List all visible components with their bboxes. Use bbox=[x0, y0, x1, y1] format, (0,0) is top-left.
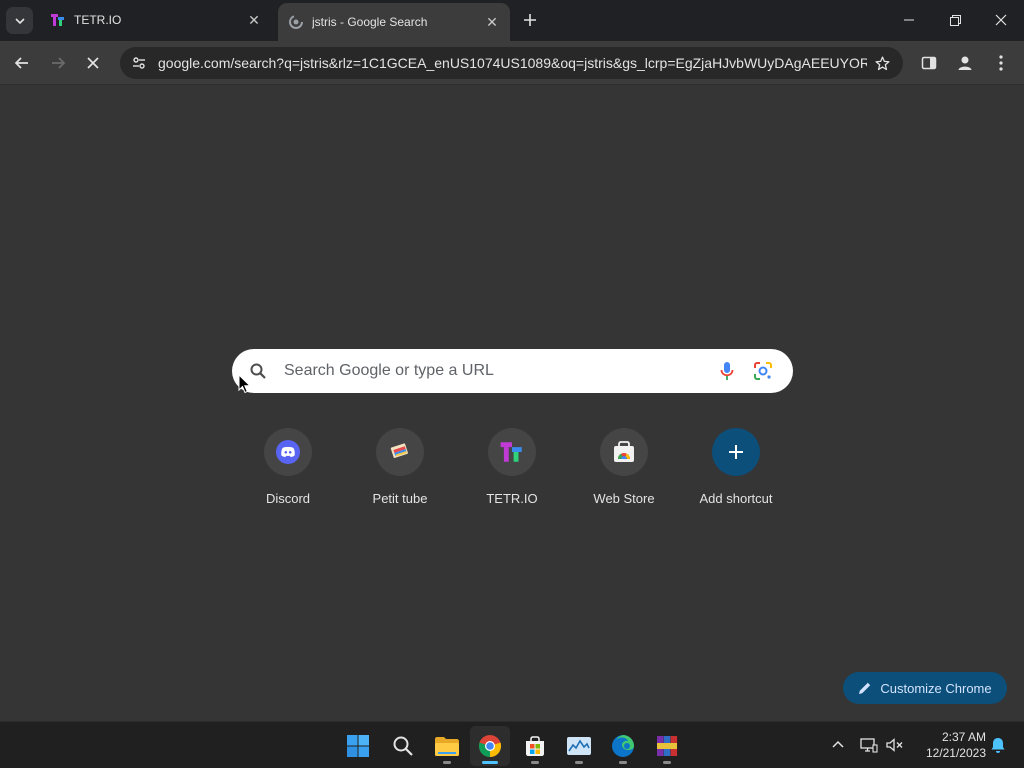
google-lens-icon[interactable] bbox=[745, 361, 781, 381]
petit-tube-icon bbox=[376, 428, 424, 476]
tab-jstris-search[interactable]: jstris - Google Search ✕ bbox=[278, 3, 510, 41]
taskbar-winrar[interactable] bbox=[647, 726, 687, 766]
running-indicator bbox=[575, 761, 583, 764]
tab-title: TETR.IO bbox=[74, 13, 122, 27]
edge-icon bbox=[612, 735, 634, 757]
taskbar-file-explorer[interactable] bbox=[427, 726, 467, 766]
arrow-left-icon bbox=[14, 57, 28, 69]
shortcut-tetrio[interactable]: TETR.IO bbox=[456, 428, 568, 518]
plus-icon bbox=[712, 428, 760, 476]
running-indicator bbox=[619, 761, 627, 764]
forward-button[interactable] bbox=[44, 49, 72, 77]
task-manager-icon bbox=[567, 737, 591, 755]
shortcut-discord[interactable]: Discord bbox=[232, 428, 344, 518]
tab-title: jstris - Google Search bbox=[312, 15, 428, 29]
customize-chrome-button[interactable]: Customize Chrome bbox=[843, 672, 1007, 704]
taskbar-clock[interactable]: 2:37 AM 12/21/2023 bbox=[914, 729, 986, 761]
running-indicator bbox=[443, 761, 451, 764]
close-icon bbox=[995, 14, 1007, 26]
running-indicator bbox=[482, 761, 498, 764]
web-store-icon bbox=[600, 428, 648, 476]
chevron-down-icon bbox=[14, 17, 25, 24]
tetrio-icon bbox=[50, 12, 66, 28]
tab-tetrio[interactable]: TETR.IO ✕ bbox=[40, 3, 272, 37]
search-placeholder: Search Google or type a URL bbox=[284, 362, 494, 379]
running-indicator bbox=[531, 761, 539, 764]
ntp-search-box[interactable]: Search Google or type a URL bbox=[232, 349, 793, 393]
taskbar-chrome[interactable] bbox=[470, 726, 510, 766]
kebab-menu-icon bbox=[999, 55, 1003, 71]
shortcut-web-store[interactable]: Web Store bbox=[568, 428, 680, 518]
mouse-cursor-icon bbox=[238, 374, 252, 394]
restore-icon bbox=[949, 14, 961, 26]
side-panel-button[interactable] bbox=[915, 49, 943, 77]
profile-button[interactable] bbox=[951, 49, 979, 77]
customize-chrome-label: Customize Chrome bbox=[880, 680, 992, 696]
close-icon bbox=[87, 57, 99, 69]
browser-toolbar: google.com/search?q=jstris&rlz=1C1GCEA_e… bbox=[0, 41, 1024, 85]
shortcut-label: Discord bbox=[265, 491, 311, 506]
notifications-button[interactable] bbox=[988, 730, 1008, 760]
new-tab-button[interactable] bbox=[519, 9, 541, 31]
taskbar-edge[interactable] bbox=[603, 726, 643, 766]
taskbar-microsoft-store[interactable] bbox=[515, 726, 555, 766]
chrome-icon bbox=[478, 735, 502, 758]
restore-button[interactable] bbox=[932, 0, 978, 40]
plus-icon bbox=[524, 14, 536, 26]
chevron-up-icon bbox=[832, 740, 844, 748]
winrar-icon bbox=[657, 736, 678, 756]
tab-search-button[interactable] bbox=[6, 7, 33, 34]
loading-spinner-icon bbox=[288, 14, 304, 30]
start-button[interactable] bbox=[338, 726, 378, 766]
shortcut-label: Add shortcut bbox=[699, 491, 773, 506]
volume-muted-icon bbox=[886, 738, 903, 752]
search-icon bbox=[393, 736, 413, 756]
network-status-button[interactable] bbox=[858, 730, 880, 760]
add-shortcut-button[interactable]: Add shortcut bbox=[680, 428, 792, 518]
pencil-icon bbox=[858, 681, 872, 695]
windows-start-icon bbox=[347, 735, 369, 757]
shortcut-label: Petit tube bbox=[372, 491, 428, 506]
bookmark-star-icon[interactable] bbox=[867, 55, 897, 72]
taskbar-search-button[interactable] bbox=[383, 726, 423, 766]
microsoft-store-icon bbox=[526, 736, 544, 756]
voice-search-icon[interactable] bbox=[709, 361, 745, 381]
side-panel-icon bbox=[921, 56, 937, 70]
title-bar: TETR.IO ✕ jstris - Google Search ✕ bbox=[0, 0, 1024, 41]
close-icon[interactable]: ✕ bbox=[484, 14, 500, 30]
clock-time: 2:37 AM bbox=[941, 730, 986, 744]
profile-icon bbox=[958, 56, 972, 70]
file-explorer-icon bbox=[435, 737, 459, 756]
menu-button[interactable] bbox=[987, 49, 1015, 77]
close-window-button[interactable] bbox=[978, 0, 1024, 40]
stop-loading-button[interactable] bbox=[79, 49, 107, 77]
url-text[interactable]: google.com/search?q=jstris&rlz=1C1GCEA_e… bbox=[154, 55, 867, 71]
show-hidden-icons-button[interactable] bbox=[829, 730, 847, 760]
taskbar-task-manager[interactable] bbox=[559, 726, 599, 766]
back-button[interactable] bbox=[8, 49, 36, 77]
minimize-button[interactable] bbox=[886, 0, 932, 40]
network-icon bbox=[860, 738, 878, 753]
clock-date: 12/21/2023 bbox=[925, 746, 986, 760]
address-bar[interactable]: google.com/search?q=jstris&rlz=1C1GCEA_e… bbox=[120, 47, 903, 79]
shortcut-label: Web Store bbox=[593, 491, 655, 506]
bell-icon bbox=[991, 737, 1005, 753]
arrow-right-icon bbox=[52, 57, 66, 69]
tetrio-icon bbox=[488, 428, 536, 476]
shortcut-label: TETR.IO bbox=[486, 491, 538, 506]
windows-taskbar: 2:37 AM 12/21/2023 bbox=[0, 721, 1024, 768]
shortcut-petit-tube[interactable]: Petit tube bbox=[344, 428, 456, 518]
running-indicator bbox=[663, 761, 671, 764]
discord-icon bbox=[264, 428, 312, 476]
site-info-icon[interactable] bbox=[124, 55, 154, 71]
volume-button[interactable] bbox=[884, 730, 906, 760]
minimize-icon bbox=[904, 19, 914, 21]
close-icon[interactable]: ✕ bbox=[246, 12, 262, 28]
